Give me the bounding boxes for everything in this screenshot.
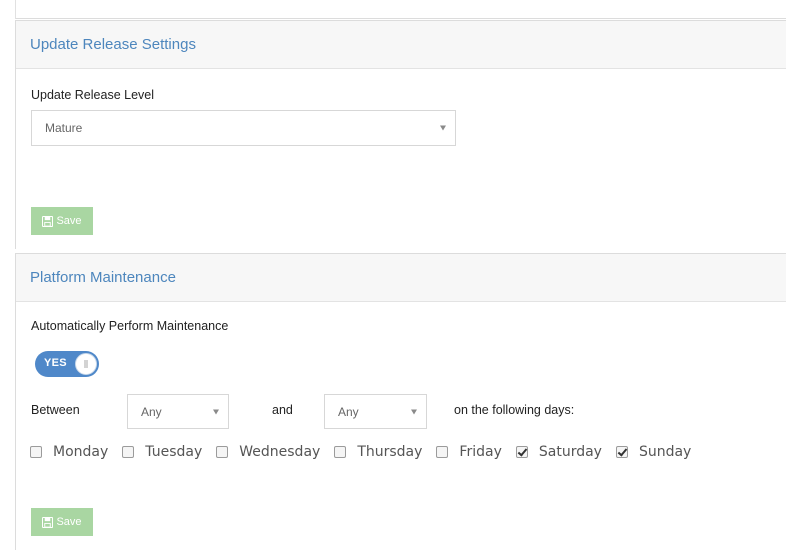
day-sunday[interactable]: Sunday xyxy=(615,444,692,460)
save-label: Save xyxy=(56,516,82,528)
day-tuesday[interactable]: Tuesday xyxy=(122,444,202,460)
day-label: Wednesday xyxy=(239,444,321,460)
days-row: Monday Tuesday Wednesday Thursday Friday… xyxy=(30,444,705,460)
day-thursday[interactable]: Thursday xyxy=(334,444,422,460)
sunday-checkbox[interactable] xyxy=(615,446,628,458)
saturday-checkbox[interactable] xyxy=(515,446,528,458)
save-button[interactable]: Save xyxy=(31,207,93,235)
panel-title: Platform Maintenance xyxy=(30,269,176,286)
release-level-value: Mature xyxy=(45,121,83,135)
auto-maintenance-toggle[interactable]: YES xyxy=(35,351,99,377)
day-label: Friday xyxy=(459,444,502,460)
panel-heading: Platform Maintenance xyxy=(16,254,786,302)
toggle-label: YES xyxy=(44,357,67,369)
monday-checkbox[interactable] xyxy=(30,446,42,458)
floppy-disk-icon xyxy=(42,215,54,227)
release-level-label: Update Release Level xyxy=(31,88,154,102)
wednesday-checkbox[interactable] xyxy=(216,446,229,458)
from-time-select[interactable]: Any xyxy=(127,394,229,429)
platform-maintenance-panel: Platform Maintenance Automatically Perfo… xyxy=(15,253,786,550)
previous-panel-edge xyxy=(15,0,786,19)
day-friday[interactable]: Friday xyxy=(436,444,502,460)
save-button[interactable]: Save xyxy=(31,508,93,536)
update-release-settings-panel: Update Release Settings Update Release L… xyxy=(15,20,786,249)
friday-checkbox[interactable] xyxy=(436,446,449,458)
day-wednesday[interactable]: Wednesday xyxy=(216,444,320,460)
between-label: Between xyxy=(31,403,80,417)
to-time-select[interactable]: Any xyxy=(324,394,427,429)
release-level-select[interactable]: Mature xyxy=(31,110,456,146)
auto-maintenance-label: Automatically Perform Maintenance xyxy=(31,319,229,333)
tuesday-checkbox[interactable] xyxy=(122,446,135,458)
save-label: Save xyxy=(56,215,82,227)
day-label: Thursday xyxy=(357,444,423,460)
panel-heading: Update Release Settings xyxy=(16,21,786,69)
toggle-knob xyxy=(75,353,97,375)
day-label: Tuesday xyxy=(145,444,203,460)
from-time-value: Any xyxy=(141,404,162,419)
and-label: and xyxy=(272,403,293,417)
day-saturday[interactable]: Saturday xyxy=(515,444,602,460)
day-monday[interactable]: Monday xyxy=(30,444,108,460)
day-label: Monday xyxy=(53,444,109,460)
chevron-down-icon xyxy=(213,409,219,414)
thursday-checkbox[interactable] xyxy=(334,446,347,458)
panel-title: Update Release Settings xyxy=(30,36,196,53)
day-label: Saturday xyxy=(538,444,602,460)
days-label: on the following days: xyxy=(454,403,575,417)
to-time-value: Any xyxy=(338,404,359,419)
day-label: Sunday xyxy=(638,444,692,460)
chevron-down-icon xyxy=(440,125,446,131)
chevron-down-icon xyxy=(411,409,417,414)
floppy-disk-icon xyxy=(42,516,54,528)
